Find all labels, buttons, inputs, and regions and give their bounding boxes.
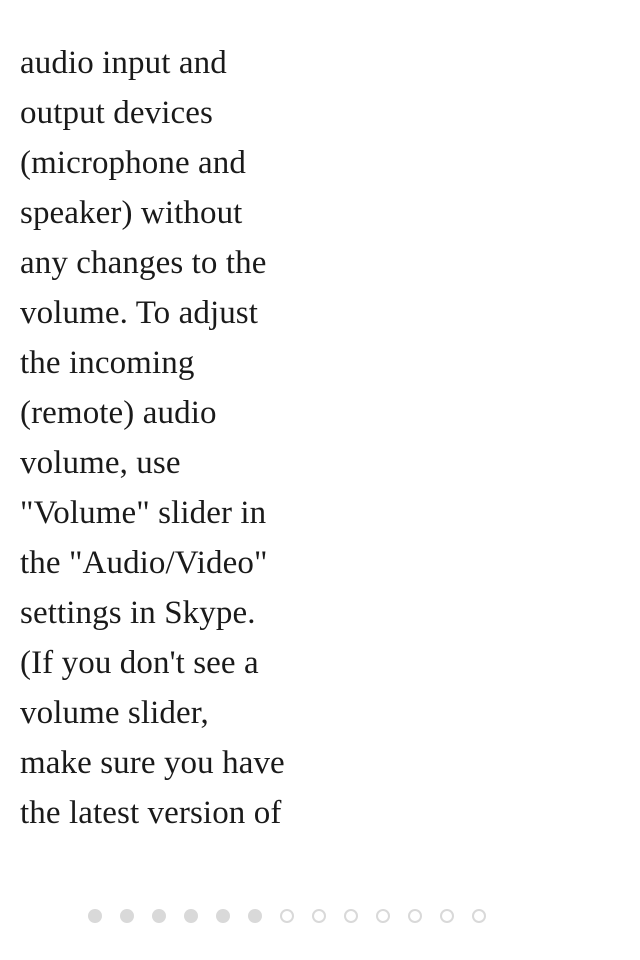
text-line: volume. To adjust	[20, 295, 259, 331]
text-line: audio input and	[20, 45, 227, 81]
page-indicator-dot[interactable]	[184, 909, 198, 923]
text-line: (remote) audio	[20, 395, 217, 431]
text-line: make sure you have	[20, 745, 285, 781]
text-line: "Volume" slider in	[20, 495, 267, 531]
text-line: the latest version of	[20, 795, 282, 831]
page-indicator-dot[interactable]	[472, 909, 486, 923]
page-indicator-dot[interactable]	[152, 909, 166, 923]
page-indicator-dot[interactable]	[88, 909, 102, 923]
text-line: settings in Skype.	[20, 595, 256, 631]
text-line: (If you don't see a	[20, 645, 259, 681]
page-indicator	[0, 906, 640, 926]
reader-page: audio input and output devices (micropho…	[0, 0, 640, 960]
text-line: speaker) without	[20, 195, 243, 231]
article-text: audio input and output devices (micropho…	[20, 38, 320, 838]
page-indicator-dot[interactable]	[408, 909, 422, 923]
page-indicator-dot[interactable]	[440, 909, 454, 923]
text-line: the incoming	[20, 345, 195, 381]
page-indicator-dot[interactable]	[344, 909, 358, 923]
page-indicator-dots	[88, 909, 486, 923]
text-line: any changes to the	[20, 245, 267, 281]
page-indicator-dot[interactable]	[280, 909, 294, 923]
page-indicator-dot[interactable]	[376, 909, 390, 923]
text-line: output devices	[20, 95, 213, 131]
text-line: volume slider,	[20, 695, 209, 731]
page-indicator-dot[interactable]	[216, 909, 230, 923]
text-line: volume, use	[20, 445, 181, 481]
page-indicator-dot[interactable]	[248, 909, 262, 923]
text-line: (microphone and	[20, 145, 247, 181]
page-indicator-dot[interactable]	[312, 909, 326, 923]
page-indicator-dot[interactable]	[120, 909, 134, 923]
text-line: the "Audio/Video"	[20, 545, 268, 581]
